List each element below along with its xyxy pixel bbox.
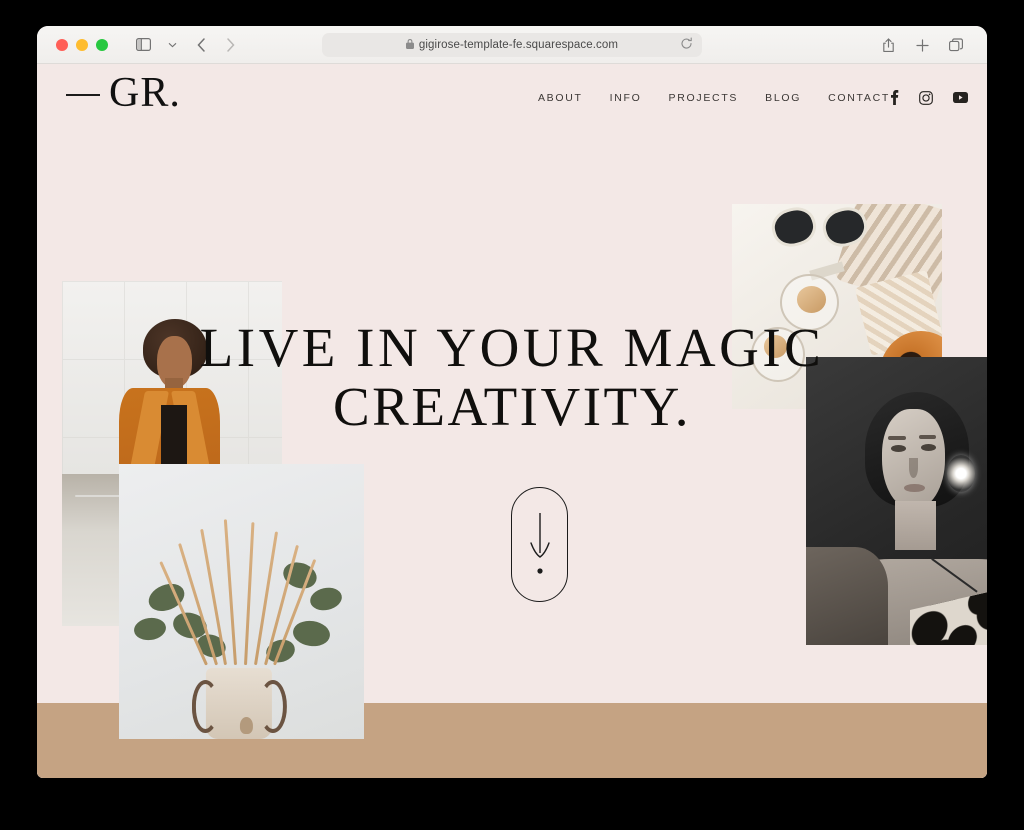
website-page: GR. ABOUT INFO PROJECTS BLOG CONTACT LIV… <box>37 64 987 778</box>
window-controls[interactable] <box>56 38 108 51</box>
nav-item-projects[interactable]: PROJECTS <box>669 92 739 104</box>
sidebar-toggle-icon[interactable] <box>130 33 156 57</box>
scroll-down-arrow-icon <box>529 512 550 574</box>
lock-icon <box>405 36 414 54</box>
address-bar[interactable]: gigirose-template-fe.squarespace.com <box>322 33 702 57</box>
hero-heading: LIVE IN YOUR MAGIC CREATIVITY. <box>37 317 987 437</box>
youtube-icon[interactable] <box>953 92 968 103</box>
maximize-window-button[interactable] <box>96 38 108 51</box>
hero-line-2: CREATIVITY. <box>332 375 691 437</box>
hero-line-1: LIVE IN YOUR MAGIC <box>199 317 825 378</box>
forward-button[interactable] <box>217 33 243 57</box>
nav-item-contact[interactable]: CONTACT <box>828 92 890 104</box>
back-button[interactable] <box>188 33 214 57</box>
toolbar-actions <box>875 33 969 57</box>
browser-window: gigirose-template-fe.squarespace.com GR.… <box>37 26 987 778</box>
facebook-icon[interactable] <box>890 90 899 105</box>
chevron-down-icon[interactable] <box>159 33 185 57</box>
site-header: GR. ABOUT INFO PROJECTS BLOG CONTACT <box>37 64 987 142</box>
close-window-button[interactable] <box>56 38 68 51</box>
browser-toolbar: gigirose-template-fe.squarespace.com <box>37 26 987 64</box>
plus-icon[interactable] <box>909 33 935 57</box>
instagram-icon[interactable] <box>919 90 933 105</box>
minimize-window-button[interactable] <box>76 38 88 51</box>
logo-mark: GR. <box>109 70 181 116</box>
toolbar-nav-group <box>130 33 243 57</box>
url-text: gigirose-template-fe.squarespace.com <box>418 39 619 51</box>
logo-dash-icon <box>66 94 100 96</box>
reload-icon[interactable] <box>680 37 693 55</box>
social-links <box>890 90 968 105</box>
nav-item-info[interactable]: INFO <box>610 92 642 104</box>
main-navigation: ABOUT INFO PROJECTS BLOG CONTACT <box>538 92 890 104</box>
share-icon[interactable] <box>875 33 901 57</box>
image-pampas-vase <box>119 464 364 739</box>
scroll-down-button[interactable] <box>511 487 568 602</box>
nav-item-blog[interactable]: BLOG <box>765 92 801 104</box>
site-logo[interactable]: GR. <box>66 72 181 114</box>
tab-overview-icon[interactable] <box>943 33 969 57</box>
nav-item-about[interactable]: ABOUT <box>538 92 583 104</box>
